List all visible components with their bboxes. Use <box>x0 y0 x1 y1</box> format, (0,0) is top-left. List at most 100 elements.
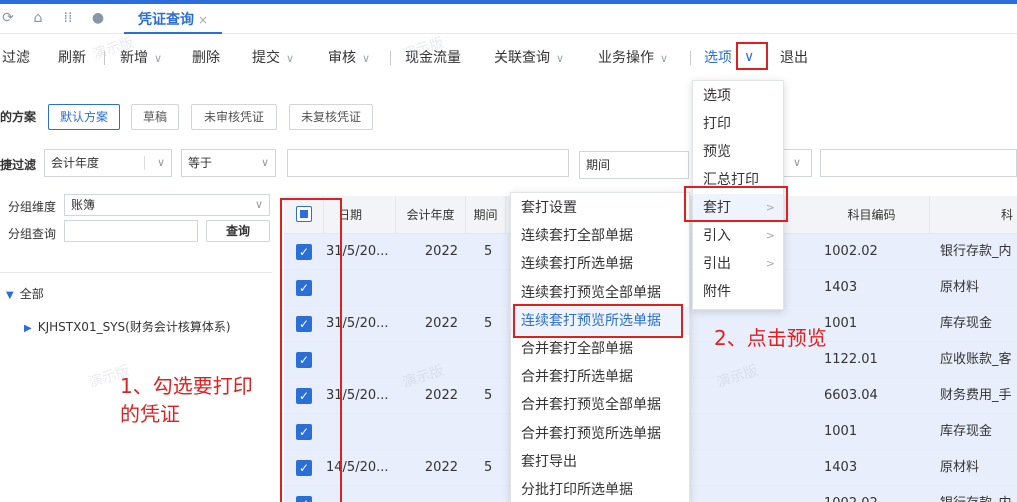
options-button[interactable]: 选项 <box>704 47 732 67</box>
divider <box>0 272 272 273</box>
chevron-down-icon[interactable]: ∨ <box>556 52 564 65</box>
header-period[interactable]: 期间 <box>466 196 506 234</box>
print-menu-item[interactable]: 连续套打预览全部单据 <box>511 279 689 307</box>
toolbar-divider <box>390 51 391 65</box>
filter-value-input[interactable] <box>287 149 569 177</box>
related-query-button[interactable]: 关联查询 ∨ <box>494 47 564 67</box>
left-panel: 分组维度 账簿 ∨ 分组查询 查询 ▼ 全部 ▶ KJHSTX01_SYS(财务会计… <box>0 190 272 502</box>
plan-default-button[interactable]: 默认方案 <box>48 104 120 130</box>
print-submenu: 套打设置 连续套打全部单据 连续套打所选单据 连续套打预览全部单据 连续套打预览所选单据… <box>510 192 690 502</box>
tab-bar: ⟳ ⌂ ⁞⁞ ● 凭证查询 × <box>0 0 1017 34</box>
caret-down-icon[interactable]: ▼ <box>6 290 14 301</box>
plan-label: 的方案 <box>0 110 37 124</box>
print-menu-item[interactable]: 连续套打全部单据 <box>511 222 689 250</box>
cell-period: 5 <box>484 388 493 403</box>
chevron-down-icon[interactable]: ∨ <box>362 52 370 65</box>
group-dim-label: 分组维度 <box>8 200 57 214</box>
cell-year <box>396 414 458 450</box>
chevron-right-icon: > <box>765 229 775 242</box>
cell-account-code: 1001 <box>824 316 858 331</box>
header-year[interactable]: 会计年度 <box>396 196 466 234</box>
toolbar-divider <box>104 51 105 65</box>
tab-close-icon[interactable]: × <box>198 13 208 27</box>
tab-voucher-query[interactable]: 凭证查询 × <box>124 8 223 34</box>
add-label: 新增 <box>120 50 148 66</box>
chevron-down-icon[interactable]: ∨ <box>154 52 162 65</box>
options-menu-item[interactable]: 选项 <box>693 82 783 110</box>
header-account-code[interactable]: 科目编码 <box>814 196 930 234</box>
plan-unreviewed-button[interactable]: 未复核凭证 <box>289 104 373 130</box>
cell-account-code: 1122.01 <box>824 352 878 367</box>
annotation-box-preview-selected <box>513 304 683 338</box>
chevron-down-icon[interactable]: ∨ <box>157 150 165 176</box>
exit-button[interactable]: 退出 <box>780 47 808 67</box>
cell-account-name: 银行存款_内 <box>940 244 1012 259</box>
tree-node-all[interactable]: ▼ 全部 <box>6 285 44 302</box>
refresh-button[interactable]: 刷新 <box>58 47 86 67</box>
header-account-name[interactable]: 科 <box>930 196 1017 234</box>
filter-field-select[interactable]: 会计年度 ∨ <box>44 149 172 177</box>
print-menu-item[interactable]: 分批打印所选单据 <box>511 476 689 502</box>
filter-field2-select[interactable]: 期间 <box>579 151 689 179</box>
message-icon[interactable]: ● <box>90 10 106 26</box>
group-query-input[interactable] <box>64 220 198 242</box>
caret-right-icon[interactable]: ▶ <box>24 323 32 334</box>
audit-label: 审核 <box>328 50 356 66</box>
cell-year <box>396 270 458 306</box>
chevron-down-icon[interactable]: ∨ <box>255 195 263 215</box>
annotation-box-options-chevron <box>736 42 768 70</box>
cell-account-code: 1001 <box>824 424 858 439</box>
options-menu-item[interactable]: 附件 <box>693 278 783 306</box>
chevron-down-icon[interactable]: ∨ <box>793 150 801 176</box>
plan-draft-button[interactable]: 草稿 <box>131 104 179 130</box>
annotation-step1-line2: 的凭证 <box>120 402 180 426</box>
plan-unaudited-button[interactable]: 未审核凭证 <box>191 104 277 130</box>
business-ops-button[interactable]: 业务操作 ∨ <box>598 47 668 67</box>
print-menu-item[interactable]: 合并套打预览所选单据 <box>511 420 689 448</box>
cell-period <box>484 486 504 502</box>
business-ops-label: 业务操作 <box>598 50 654 66</box>
apps-icon[interactable]: ⁞⁞ <box>60 10 76 26</box>
cell-account-name: 库存现金 <box>940 424 993 439</box>
print-menu-item[interactable]: 连续套打所选单据 <box>511 250 689 278</box>
toolbar: 过滤 刷新 新增 ∨ 删除 提交 ∨ 审核 ∨ 现金流量 关联查询 ∨ 业务操作 ∨ 选项… <box>0 34 1017 78</box>
home-icon[interactable]: ⌂ <box>30 10 46 26</box>
filter-button[interactable]: 过滤 <box>2 47 30 67</box>
cell-account-code: 1002.02 <box>824 244 878 259</box>
cell-account-code: 1403 <box>824 460 858 475</box>
chevron-down-icon[interactable]: ∨ <box>286 52 294 65</box>
audit-button[interactable]: 审核 ∨ <box>328 47 370 67</box>
options-menu-item[interactable]: 引入 > <box>693 222 783 250</box>
chevron-right-icon: > <box>765 257 775 270</box>
cash-flow-button[interactable]: 现金流量 <box>405 47 461 67</box>
chevron-down-icon[interactable]: ∨ <box>660 52 668 65</box>
cell-account-name: 应收账款_客 <box>940 352 1012 367</box>
print-menu-item[interactable]: 合并套打全部单据 <box>511 335 689 363</box>
refresh-icon[interactable]: ⟳ <box>0 10 16 26</box>
print-menu-item[interactable]: 套打设置 <box>511 194 689 222</box>
cell-account-name: 原材料 <box>940 460 980 475</box>
cell-account-name: 财务费用_手 <box>940 388 1012 403</box>
top-accent-line <box>0 0 1017 4</box>
options-menu-item[interactable]: 打印 <box>693 110 783 138</box>
filter-field2-value: 期间 <box>586 158 611 172</box>
filter-operator-value: 等于 <box>188 156 213 170</box>
filter-operator2-select[interactable]: ∨ <box>782 149 812 177</box>
options-menu-item[interactable]: 引出 > <box>693 250 783 278</box>
delete-button[interactable]: 删除 <box>192 47 220 67</box>
group-dim-select[interactable]: 账簿 ∨ <box>64 194 270 216</box>
options-menu-label: 引出 <box>703 256 731 272</box>
tree-node-kjhstx01[interactable]: ▶ KJHSTX01_SYS(财务会计核算体系) <box>24 318 231 335</box>
print-menu-item[interactable]: 合并套打所选单据 <box>511 363 689 391</box>
add-button[interactable]: 新增 ∨ <box>120 47 162 67</box>
submit-button[interactable]: 提交 ∨ <box>252 47 294 67</box>
options-menu-item[interactable]: 预览 <box>693 138 783 166</box>
query-button[interactable]: 查询 <box>206 220 270 242</box>
print-menu-item[interactable]: 合并套打预览全部单据 <box>511 391 689 419</box>
print-menu-item[interactable]: 套打导出 <box>511 448 689 476</box>
chevron-down-icon[interactable]: ∨ <box>261 150 269 176</box>
cell-period: 5 <box>484 316 493 331</box>
filter-value2-input[interactable] <box>820 149 1017 177</box>
filter-field-value: 会计年度 <box>51 156 100 170</box>
filter-operator-select[interactable]: 等于 ∨ <box>181 149 276 177</box>
